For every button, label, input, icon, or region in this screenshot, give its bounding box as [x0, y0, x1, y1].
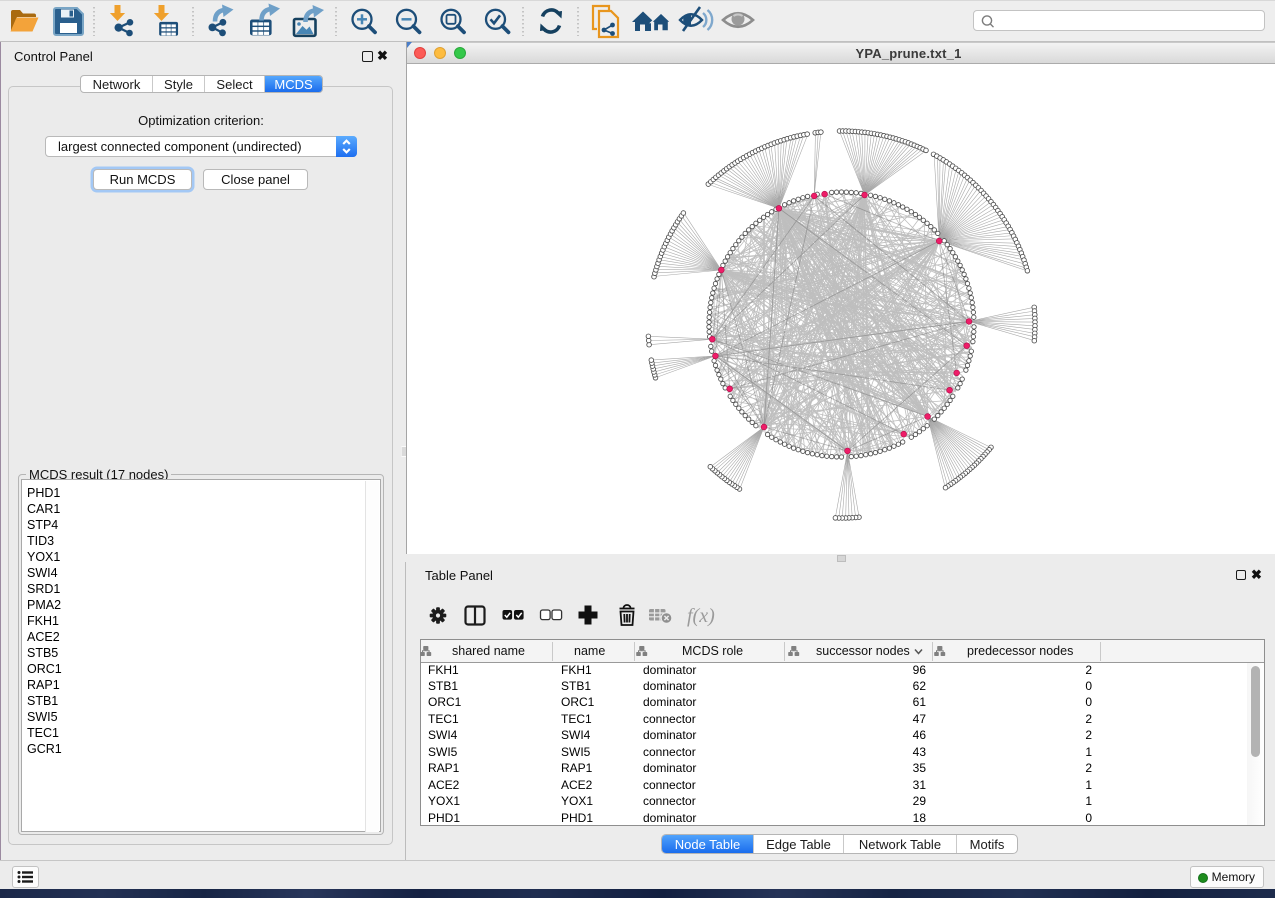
svg-text:f(x): f(x)	[687, 605, 715, 627]
